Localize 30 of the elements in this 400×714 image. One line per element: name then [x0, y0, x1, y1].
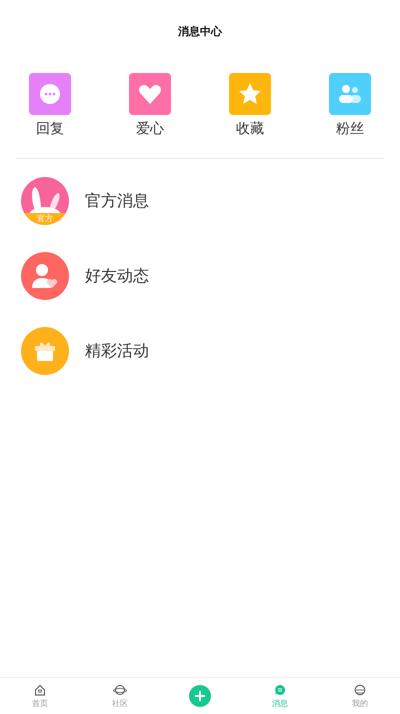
add-button[interactable] [189, 685, 211, 707]
tab-item[interactable]: 首页 [0, 684, 80, 708]
tab-item[interactable]: 社区 [80, 684, 160, 708]
planet-icon [113, 684, 127, 696]
profile-icon [354, 684, 366, 696]
page-title: 消息中心 [178, 24, 222, 38]
category-avatar[interactable]: 官方 [21, 177, 69, 225]
tab-item[interactable]: 消息 [240, 684, 320, 708]
action-label: 爱心 [136, 120, 164, 138]
chat-bubble-icon [38, 82, 62, 106]
heart-icon [137, 82, 163, 106]
category-title[interactable]: 精彩活动 [85, 340, 149, 362]
action-tile[interactable] [129, 73, 171, 115]
action-tile[interactable] [29, 73, 71, 115]
person-heart-icon [31, 263, 59, 289]
action-label: 粉丝 [336, 120, 364, 138]
category-title[interactable]: 官方消息 [85, 190, 149, 212]
category-avatar[interactable] [21, 327, 69, 375]
action-tile[interactable] [229, 73, 271, 115]
action-tile[interactable] [329, 73, 371, 115]
plus-icon [194, 690, 206, 702]
people-icon [337, 82, 363, 106]
action-label: 回复 [36, 120, 64, 138]
message-icon [274, 684, 286, 696]
category-avatar[interactable] [21, 252, 69, 300]
home-icon [34, 684, 46, 696]
tab-item[interactable]: 我的 [320, 684, 400, 708]
star-icon [237, 81, 263, 107]
category-title[interactable]: 好友动态 [85, 266, 149, 286]
action-label: 收藏 [236, 120, 264, 138]
